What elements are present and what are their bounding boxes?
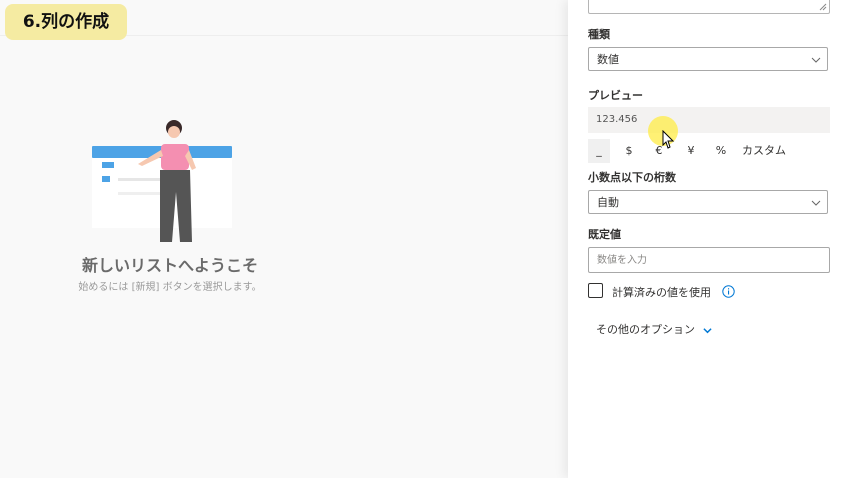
step-badge: 6.列の作成 <box>5 4 127 40</box>
preview-label: プレビュー <box>588 89 643 102</box>
mouse-pointer-icon <box>662 130 675 149</box>
more-options-label: その他のオプション <box>596 323 695 336</box>
decimal-places-select[interactable]: 自動 <box>588 190 828 214</box>
calculated-value-row: 計算済みの値を使用 <box>588 283 828 301</box>
calculated-value-label: 計算済みの値を使用 <box>612 286 711 299</box>
default-value-label: 既定値 <box>588 228 621 241</box>
description-textarea[interactable] <box>588 0 830 14</box>
welcome-illustration <box>92 120 232 242</box>
create-column-panel: 種類 数値 プレビュー 123.456 _ $ € ¥ % カスタム 小数点以下… <box>568 0 850 478</box>
chevron-down-icon <box>702 327 712 333</box>
type-select[interactable]: 数値 <box>588 47 828 71</box>
format-option-row: _ $ € ¥ % カスタム <box>588 139 828 163</box>
decimal-places-value: 自動 <box>597 196 619 209</box>
info-icon[interactable] <box>722 285 735 298</box>
calculated-value-checkbox[interactable] <box>588 283 603 298</box>
format-option-percent[interactable]: % <box>712 139 730 163</box>
decimal-places-label: 小数点以下の桁数 <box>588 171 676 184</box>
resize-grip-icon[interactable] <box>819 3 827 11</box>
more-options-link[interactable]: その他のオプション <box>596 321 712 337</box>
preview-value: 123.456 <box>588 107 830 133</box>
welcome-title: 新しいリストへようこそ <box>81 256 258 275</box>
chevron-down-icon <box>811 57 821 63</box>
type-select-value: 数値 <box>597 53 619 66</box>
chevron-down-icon <box>811 200 821 206</box>
list-canvas <box>0 0 568 478</box>
default-value-input[interactable]: 数値を入力 <box>588 247 830 273</box>
format-option-yen[interactable]: ¥ <box>682 139 700 163</box>
format-option-none[interactable]: _ <box>588 139 610 163</box>
format-option-dollar[interactable]: $ <box>620 139 638 163</box>
type-label: 種類 <box>588 28 610 41</box>
welcome-subtitle: 始めるには [新規] ボタンを選択します。 <box>78 282 262 293</box>
format-option-custom[interactable]: カスタム <box>738 139 790 163</box>
